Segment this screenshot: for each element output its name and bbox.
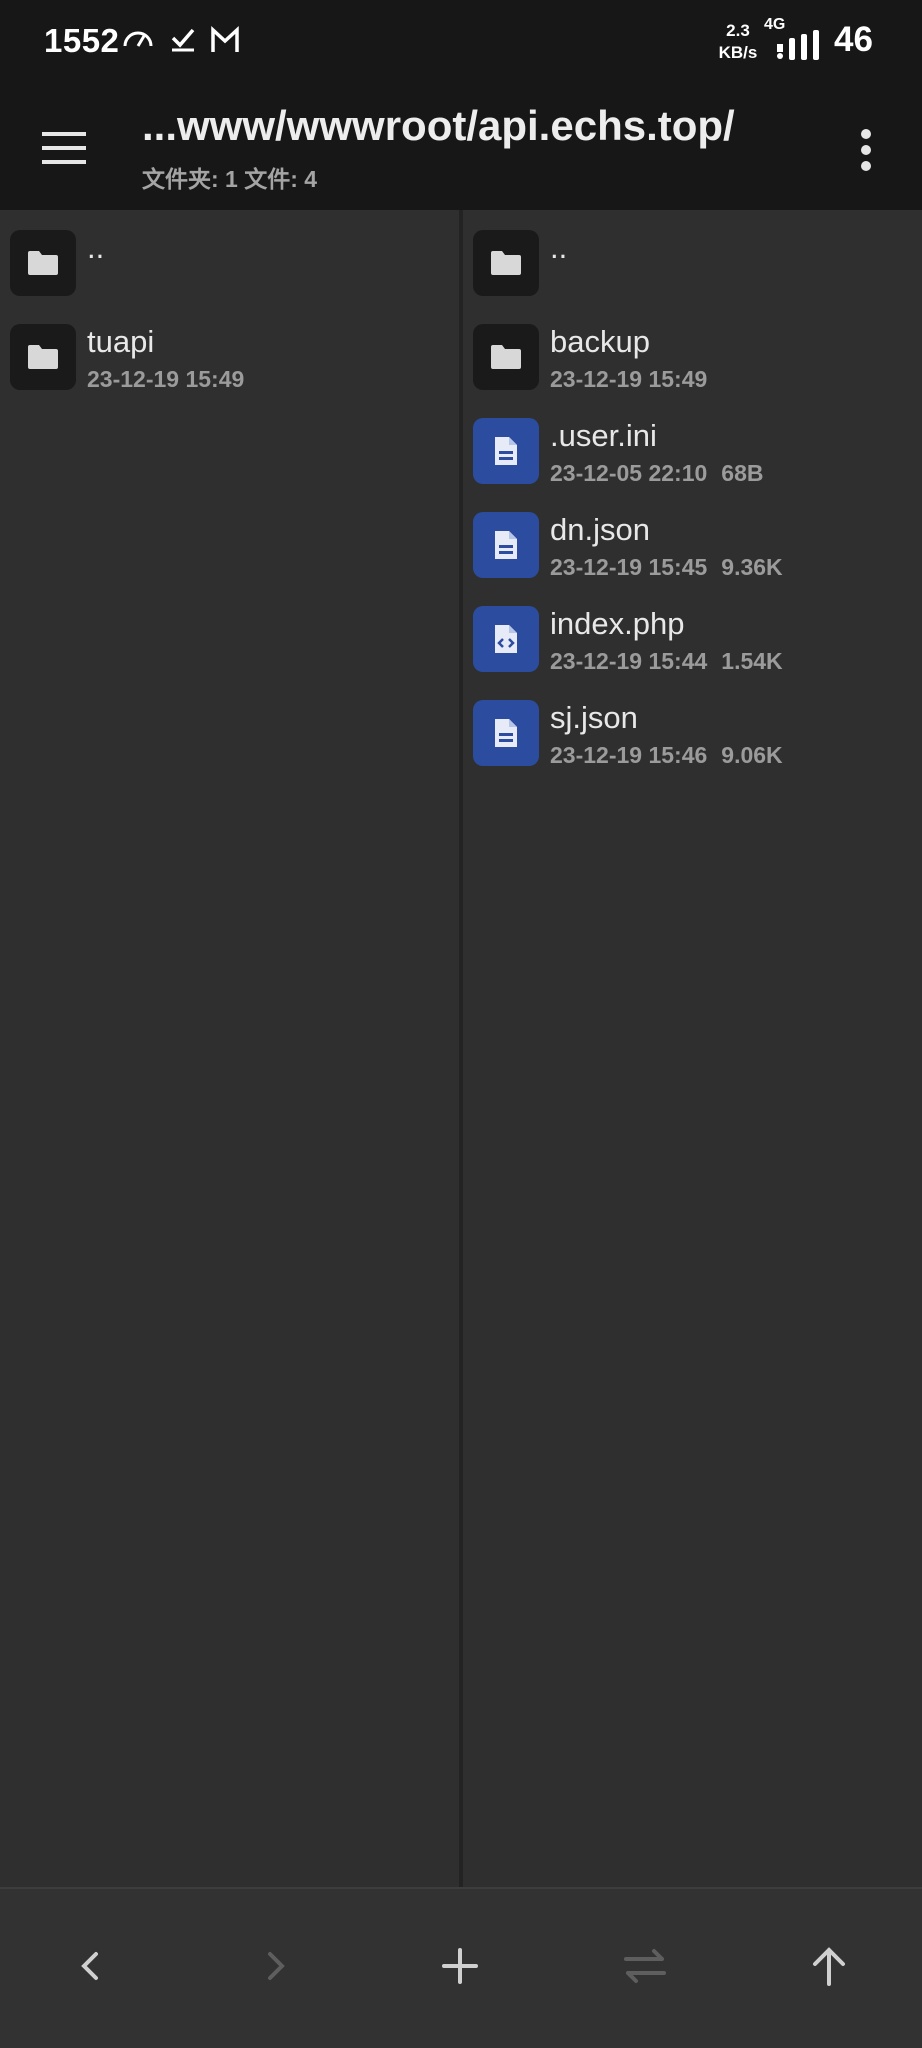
file-meta: 23-12-19 15:44 1.54K xyxy=(550,648,783,675)
file-name: .. xyxy=(87,230,105,265)
file-size: 9.06K xyxy=(721,742,783,768)
file-size: 9.36K xyxy=(721,554,783,580)
file-date: 23-12-19 15:46 xyxy=(550,742,708,768)
up-button[interactable] xyxy=(794,1931,864,2001)
more-options-button[interactable] xyxy=(846,120,886,180)
folder-icon xyxy=(473,324,539,390)
folder-icon xyxy=(10,230,76,296)
folder-icon xyxy=(473,230,539,296)
right-pane: .. backup 23-12-19 15:49 .user.ini 23-12… xyxy=(463,210,922,1887)
folder-summary: 文件夹: 1 文件: 4 xyxy=(142,166,318,192)
signal-icon xyxy=(776,30,826,65)
file-size: 1.54K xyxy=(721,648,783,674)
bottom-toolbar xyxy=(0,1887,922,2048)
speedometer-icon xyxy=(122,26,154,55)
text-file-icon xyxy=(473,512,539,578)
network-speed-value: 2.3 xyxy=(726,21,750,40)
file-name: backup xyxy=(550,324,650,359)
checkmark-icon xyxy=(170,26,196,57)
status-time: 1552 xyxy=(44,22,120,59)
file-name: sj.json xyxy=(550,700,638,735)
back-button[interactable] xyxy=(56,1931,126,2001)
swap-button[interactable] xyxy=(610,1931,680,2001)
swap-icon xyxy=(624,1949,666,1983)
list-item-user-ini[interactable]: .user.ini 23-12-05 22:10 68B xyxy=(463,404,922,496)
file-meta: 23-12-19 15:49 xyxy=(550,366,707,393)
back-icon xyxy=(81,1952,98,1980)
list-item-parent-dir[interactable]: .. xyxy=(463,216,922,308)
file-name: .. xyxy=(550,230,568,265)
text-file-icon xyxy=(473,418,539,484)
file-meta: 23-12-19 15:45 9.36K xyxy=(550,554,783,581)
list-item-tuapi[interactable]: tuapi 23-12-19 15:49 xyxy=(0,310,459,402)
file-name: index.php xyxy=(550,606,685,641)
list-item-sj-json[interactable]: sj.json 23-12-19 15:46 9.06K xyxy=(463,686,922,778)
file-meta: 23-12-19 15:49 xyxy=(87,366,244,393)
list-item-parent-dir[interactable]: .. xyxy=(0,216,459,308)
menu-button[interactable] xyxy=(36,118,96,178)
folder-icon xyxy=(10,324,76,390)
forward-icon xyxy=(268,1952,285,1980)
list-item-index-php[interactable]: index.php 23-12-19 15:44 1.54K xyxy=(463,592,922,684)
left-pane: .. tuapi 23-12-19 15:49 xyxy=(0,210,459,1887)
network-speed-unit: KB/s xyxy=(718,43,758,62)
hamburger-icon xyxy=(42,132,86,164)
list-item-backup[interactable]: backup 23-12-19 15:49 xyxy=(463,310,922,402)
add-icon xyxy=(442,1948,478,1984)
list-item-dn-json[interactable]: dn.json 23-12-19 15:45 9.36K xyxy=(463,498,922,590)
network-speed: 2.3 KB/s xyxy=(708,20,768,64)
battery-level: 46 xyxy=(834,20,873,59)
more-vert-icon xyxy=(861,129,871,171)
file-meta: 23-12-19 15:46 9.06K xyxy=(550,742,783,769)
forward-button[interactable] xyxy=(240,1931,310,2001)
status-bar: 1552 2.3 KB/s 4G 46 xyxy=(0,0,922,86)
file-date: 23-12-19 15:49 xyxy=(550,366,708,392)
file-date: 23-12-19 15:44 xyxy=(550,648,708,674)
file-name: tuapi xyxy=(87,324,155,359)
app-bar: ...www/wwwroot/api.echs.top/ 文件夹: 1 文件: … xyxy=(0,86,922,210)
file-date: 23-12-19 15:45 xyxy=(550,554,708,580)
code-file-icon xyxy=(473,606,539,672)
text-file-icon xyxy=(473,700,539,766)
file-size: 68B xyxy=(721,460,764,486)
file-name: .user.ini xyxy=(550,418,657,453)
file-name: dn.json xyxy=(550,512,650,547)
gmail-icon xyxy=(210,26,240,59)
file-date: 23-12-19 15:49 xyxy=(87,366,245,392)
up-icon xyxy=(813,1947,845,1986)
add-button[interactable] xyxy=(425,1931,495,2001)
file-meta: 23-12-05 22:10 68B xyxy=(550,460,764,487)
current-path: ...www/wwwroot/api.echs.top/ xyxy=(142,102,735,149)
file-date: 23-12-05 22:10 xyxy=(550,460,708,486)
